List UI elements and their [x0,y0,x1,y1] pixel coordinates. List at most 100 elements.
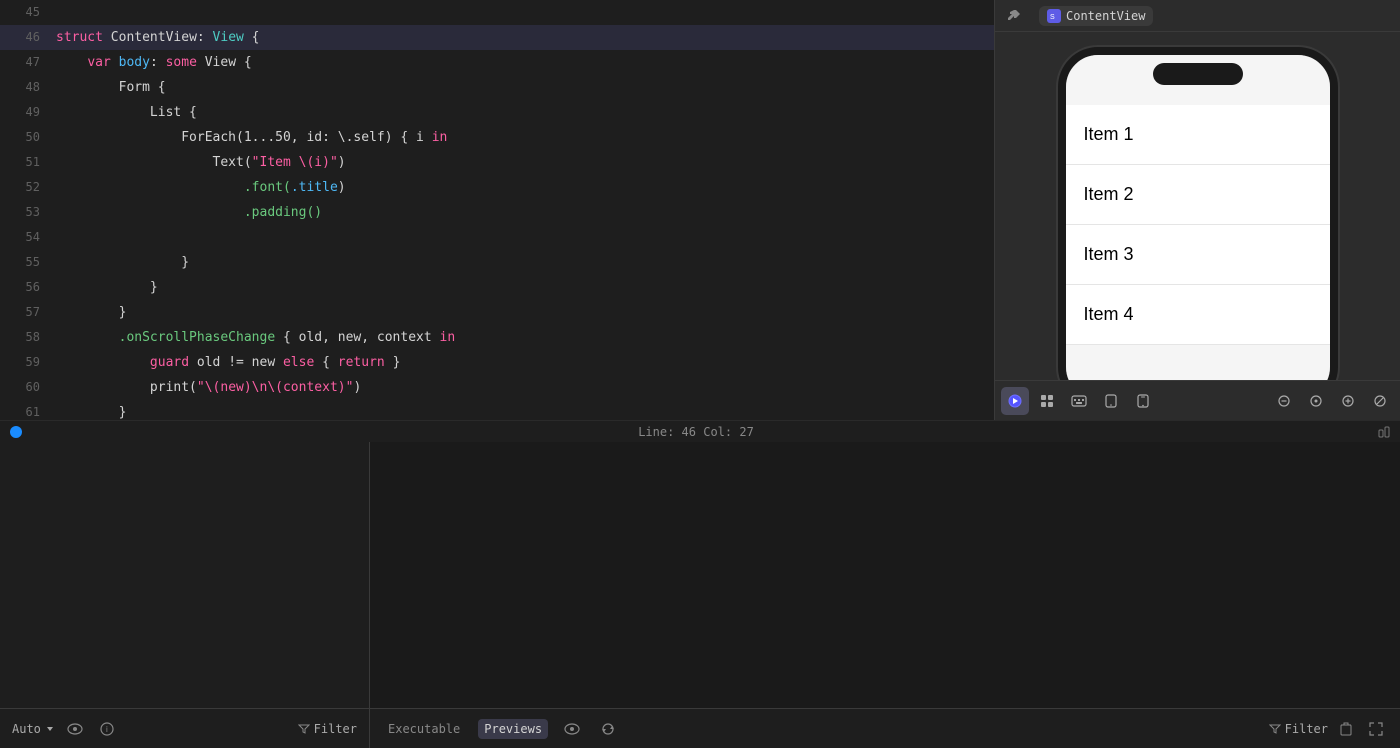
layout-button[interactable] [1033,387,1061,415]
device-frame-button[interactable] [1097,387,1125,415]
line-content: .padding() [56,200,322,225]
line-content: .onScrollPhaseChange { old, new, context… [56,325,455,350]
line-content: } [56,300,126,325]
svg-text:i: i [106,725,108,734]
previews-tab[interactable]: Previews [478,719,548,739]
line-number: 57 [8,300,40,325]
pin-button[interactable] [1003,5,1025,27]
eye-icon [67,723,83,735]
line-col-indicator: Line: 46 Col: 27 [638,425,766,439]
line-content: List { [56,100,197,125]
bottom-center-toolbar: Executable Previews [370,717,1257,741]
code-line-56: 56 } [0,275,994,300]
eye-right-icon [564,723,580,735]
code-line-47: 47 var body: some View { [0,50,994,75]
zoom-out-button[interactable] [1270,387,1298,415]
zoom-in-button[interactable] [1334,387,1362,415]
line-number: 56 [8,275,40,300]
code-line-54: 54 [0,225,994,250]
line-number: 52 [8,175,40,200]
phone-button[interactable] [1129,387,1157,415]
code-line-52: 52 .font(.title) [0,175,994,200]
trash-button[interactable] [1334,717,1358,741]
bottom-toolbar: Auto i Filter Executable Previews [0,708,1400,748]
auto-label: Auto [12,722,41,736]
filter-left-button[interactable]: Filter [298,722,357,736]
code-line-57: 57 } [0,300,994,325]
preview-body: Item 1 Item 2 Item 3 Item 4 [995,32,1400,380]
line-content: } [56,400,126,420]
code-line-50: 50 ForEach(1...50, id: \.self) { i in [0,125,994,150]
filter-right-icon [1269,723,1281,735]
line-content: .font(.title) [56,175,346,200]
line-content: } [56,250,189,275]
chevron-down-icon [45,724,55,734]
bottom-panels [0,442,1400,708]
preview-panel: S ContentView Item 1 Item 2 Item 3 [995,0,1400,420]
iphone-notch [1153,63,1243,85]
code-line-49: 49 List { [0,100,994,125]
zoom-percent-button[interactable] [1366,387,1394,415]
app-window: 4546 struct ContentView: View {47 var bod… [0,0,1400,748]
line-number: 51 [8,150,40,175]
content-view-tab[interactable]: S ContentView [1039,6,1153,26]
toolbar-left [1001,387,1157,415]
code-line-53: 53 .padding() [0,200,994,225]
run-button[interactable] [1001,387,1029,415]
list-content: Item 1 Item 2 Item 3 Item 4 [1066,105,1330,345]
list-item: Item 4 [1066,285,1330,345]
line-content: ForEach(1...50, id: \.self) { i in [56,125,447,150]
debug-panel [0,442,370,708]
editor-status-bar: Line: 46 Col: 27 [0,420,1400,442]
info-button[interactable]: i [95,717,119,741]
line-number: 46 [8,25,40,50]
line-number: 60 [8,375,40,400]
top-section: 4546 struct ContentView: View {47 var bod… [0,0,1400,420]
filter-icon [298,723,310,735]
auto-button[interactable]: Auto [12,722,55,736]
list-item: Item 1 [1066,105,1330,165]
preview-footer [995,380,1400,420]
code-line-58: 58 .onScrollPhaseChange { old, new, cont… [0,325,994,350]
code-line-59: 59 guard old != new else { return } [0,350,994,375]
filter-right-button[interactable]: Filter [1269,722,1328,736]
swift-icon: S [1047,9,1061,23]
eye-button[interactable] [63,717,87,741]
code-line-45: 45 [0,0,994,25]
preview-header: S ContentView [995,0,1400,32]
zoom-fit-button[interactable] [1302,387,1330,415]
code-editor: 4546 struct ContentView: View {47 var bod… [0,0,995,420]
bottom-right-toolbar: Filter [1257,717,1400,741]
executable-tab[interactable]: Executable [382,719,466,739]
code-line-46: 46 struct ContentView: View { [0,25,994,50]
line-content: struct ContentView: View { [56,25,260,50]
expand-button[interactable] [1364,717,1388,741]
line-content: Text("Item \(i)") [56,150,346,175]
list-item: Item 3 [1066,225,1330,285]
info-icon: i [100,722,114,736]
list-item: Item 2 [1066,165,1330,225]
preview-tab-label: ContentView [1066,9,1145,23]
line-number: 54 [8,225,40,250]
code-line-51: 51 Text("Item \(i)") [0,150,994,175]
line-number: 53 [8,200,40,225]
code-line-55: 55 } [0,250,994,275]
line-number: 50 [8,125,40,150]
previews-label: Previews [484,722,542,736]
line-number: 55 [8,250,40,275]
line-content: Form { [56,75,166,100]
eye-right-button[interactable] [560,717,584,741]
active-indicator [10,426,22,438]
code-line-61: 61 } [0,400,994,420]
code-line-48: 48 Form { [0,75,994,100]
sync-button[interactable] [596,717,620,741]
line-number: 61 [8,400,40,420]
keyboard-button[interactable] [1065,387,1093,415]
bottom-left-toolbar: Auto i Filter [0,709,370,748]
executable-label: Executable [388,722,460,736]
line-number: 58 [8,325,40,350]
line-content: print("\(new)\n\(context)") [56,375,361,400]
line-number: 48 [8,75,40,100]
preview-output-panel [370,442,1400,708]
line-content: var body: some View { [56,50,252,75]
